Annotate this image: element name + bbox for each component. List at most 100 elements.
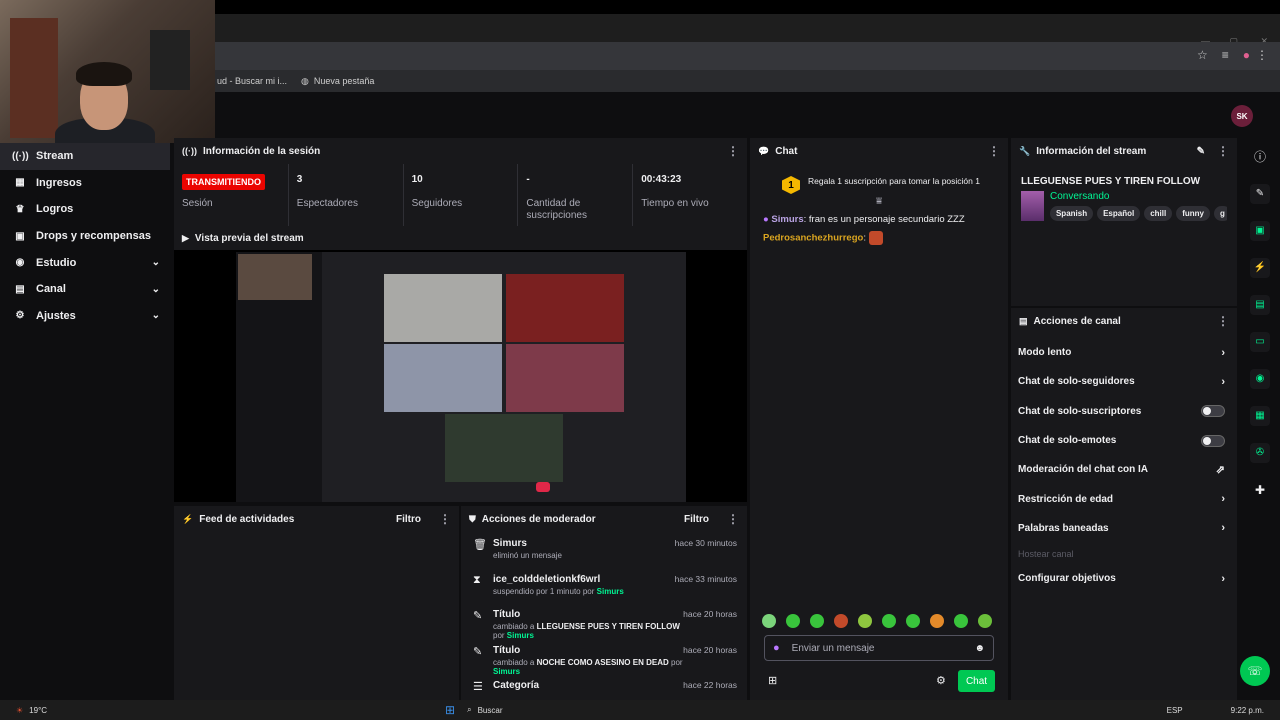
channel-action-modo-lento[interactable]: Modo lento › bbox=[1011, 338, 1237, 367]
add-action-icon[interactable]: ✚ bbox=[1240, 471, 1280, 508]
channel-action-palabras-baneadas[interactable]: Palabras baneadas › bbox=[1011, 514, 1237, 543]
channel-action-chat-de-solo-suscriptores[interactable]: Chat de solo-suscriptores bbox=[1011, 397, 1237, 426]
chat-settings-icon[interactable]: ⚙ bbox=[936, 674, 946, 687]
channel-action-chat-de-solo-seguidores[interactable]: Chat de solo-seguidores › bbox=[1011, 367, 1237, 396]
edit-icon[interactable]: ✎ bbox=[1240, 175, 1280, 212]
stream-tag[interactable]: g bbox=[1214, 206, 1227, 221]
mic-icon[interactable]: ● bbox=[773, 642, 780, 654]
filter-button[interactable]: Filtro bbox=[684, 514, 709, 525]
more-options-icon[interactable]: ⋮ bbox=[719, 512, 739, 526]
bookmark-item[interactable]: ud - Buscar mi i... bbox=[217, 76, 287, 86]
chat-username[interactable]: Simurs bbox=[771, 214, 803, 225]
activity-feed-panel: ⚡ Feed de actividades Filtro ⋮ bbox=[174, 506, 459, 700]
layout-icon[interactable]: ▦ bbox=[1240, 397, 1280, 434]
moderator-name[interactable]: Simurs bbox=[493, 667, 520, 676]
sidebar-item-canal[interactable]: ▤ Canal ⌄ bbox=[0, 276, 170, 303]
edit-icon[interactable]: ✎ bbox=[1197, 146, 1205, 157]
channel-action-hostear-canal: Hostear canal bbox=[1011, 543, 1237, 564]
stat-value: TRANSMITIENDO bbox=[182, 174, 280, 190]
panel-title: Información del stream bbox=[1036, 145, 1147, 157]
sidebar-item-logros[interactable]: ♛ Logros bbox=[0, 196, 170, 223]
moderator-name[interactable]: Simurs bbox=[507, 631, 534, 640]
channel-action-configurar-objetivos[interactable]: Configurar objetivos › bbox=[1011, 564, 1237, 593]
channel-action-chat-de-solo-emotes[interactable]: Chat de solo-emotes bbox=[1011, 426, 1237, 455]
sidebar-item-drops[interactable]: ▣ Drops y recompensas bbox=[0, 223, 170, 250]
emote-icon[interactable] bbox=[834, 614, 848, 628]
mod-action-row[interactable]: ⧗ ice_colddeletionkf6wrl suspendido por 1 … bbox=[461, 568, 747, 604]
more-options-icon[interactable]: ⋮ bbox=[1209, 144, 1229, 158]
emote-icon[interactable] bbox=[810, 614, 824, 628]
browser-address-bar[interactable]: ☆ ≡ ● ⋮ bbox=[215, 42, 1280, 70]
taskbar-search-icon[interactable]: ⌕ bbox=[467, 705, 471, 715]
profile-icon[interactable]: ● bbox=[1243, 48, 1250, 62]
avatar[interactable]: SK bbox=[1231, 105, 1253, 127]
emote-icon[interactable] bbox=[906, 614, 920, 628]
gift-icon: ▣ bbox=[15, 230, 25, 242]
mod-action-row[interactable]: ✎ Título cambiado a LLEGUENSE PUES Y TIREN… bbox=[461, 603, 747, 640]
mod-action-row[interactable]: ✎ Título cambiado a NOCHE COMO ASESINO EN … bbox=[461, 639, 747, 676]
session-info-header: ((·)) Información de la sesión ⋮ bbox=[174, 138, 747, 164]
browser-menu-icon[interactable]: ⋮ bbox=[1256, 48, 1268, 62]
emote-icon[interactable] bbox=[858, 614, 872, 628]
windows-start-icon[interactable]: ⊞ bbox=[445, 703, 455, 717]
channel-action-restricci-n-de-edad[interactable]: Restricción de edad › bbox=[1011, 484, 1237, 513]
stream-tag[interactable]: chill bbox=[1144, 206, 1173, 221]
chat-input[interactable]: ● Enviar un mensaje ☻ bbox=[764, 635, 994, 661]
emote-icon[interactable] bbox=[978, 614, 992, 628]
more-options-icon[interactable]: ⋮ bbox=[719, 144, 739, 158]
session-stats: TRANSMITIENDO Sesión 3 Espectadores 10 Seguid… bbox=[174, 164, 747, 226]
more-options-icon[interactable]: ⋮ bbox=[431, 512, 451, 526]
filter-button[interactable]: Filtro bbox=[396, 514, 421, 525]
bookmark-star-icon[interactable]: ☆ bbox=[1197, 48, 1208, 62]
gift-text: Regala 1 suscripción para tomar la posic… bbox=[808, 176, 980, 186]
mod-action-row[interactable]: ☰ Categoría hace 22 horas bbox=[461, 674, 747, 700]
preview-tile bbox=[445, 414, 563, 482]
wrench-icon[interactable]: ✇ bbox=[1240, 434, 1280, 471]
detail-text: eliminó un mensaje bbox=[493, 551, 562, 560]
emoji-icon[interactable]: ☻ bbox=[974, 643, 985, 654]
emote-icon[interactable] bbox=[762, 614, 776, 628]
stream-category[interactable]: Conversando bbox=[1050, 191, 1227, 202]
gift-icon[interactable]: ⊞ bbox=[768, 674, 777, 687]
send-chat-button[interactable]: Chat bbox=[958, 670, 995, 692]
help-chat-icon[interactable]: ☏ bbox=[1240, 656, 1270, 686]
stream-tag[interactable]: funny bbox=[1176, 206, 1211, 221]
list-icon[interactable]: ▤ bbox=[1240, 286, 1280, 323]
sidebar-item-ajustes[interactable]: ⚙ Ajustes ⌄ bbox=[0, 303, 170, 330]
stream-tag[interactable]: Spanish bbox=[1049, 206, 1094, 221]
channel-action-label: Restricción de edad bbox=[1018, 493, 1114, 505]
broadcast-icon[interactable]: ◉ bbox=[1240, 360, 1280, 397]
info-icon[interactable]: ⓘ bbox=[1240, 138, 1280, 175]
more-options-icon[interactable]: ⋮ bbox=[1209, 314, 1229, 328]
moderator-name[interactable]: Simurs bbox=[597, 587, 624, 596]
collapse-icon[interactable]: ⩸ bbox=[750, 196, 1008, 207]
emote-icon[interactable] bbox=[786, 614, 800, 628]
stream-preview[interactable] bbox=[174, 250, 747, 502]
mod-action-body: Simurs eliminó un mensaje bbox=[493, 538, 675, 568]
category-icon: ☰ bbox=[473, 681, 483, 693]
taskbar-search[interactable]: Buscar bbox=[478, 706, 503, 715]
lightning-icon[interactable]: ⚡ bbox=[1240, 249, 1280, 286]
media-icon[interactable]: ≡ bbox=[1222, 48, 1229, 62]
stream-tag[interactable]: Español bbox=[1097, 206, 1141, 221]
channel-action-moderaci-n-del-chat-con-ia[interactable]: Moderación del chat con IA ⇗ bbox=[1011, 455, 1237, 484]
mod-action-row[interactable]: 🗑 Simurs eliminó un mensaje hace 30 minuto… bbox=[461, 532, 747, 568]
emote-icon[interactable] bbox=[930, 614, 944, 628]
toggle-switch[interactable] bbox=[1201, 434, 1225, 447]
sidebar-item-estudio[interactable]: ◉ Estudio ⌄ bbox=[0, 249, 170, 276]
clip-icon[interactable]: ▣ bbox=[1240, 212, 1280, 249]
mod-action-time: hace 20 horas bbox=[683, 609, 737, 619]
sidebar-item-ingresos[interactable]: ▦ Ingresos bbox=[0, 170, 170, 197]
gift-leaderboard[interactable]: 1 Regala 1 suscripción para tomar la pos… bbox=[750, 164, 1008, 194]
toggle-switch[interactable] bbox=[1201, 405, 1225, 418]
live-badge: TRANSMITIENDO bbox=[182, 174, 265, 190]
bookmark-item[interactable]: ◍ Nueva pestaña bbox=[301, 76, 374, 87]
emote-icon[interactable] bbox=[882, 614, 896, 628]
sidebar-item-stream[interactable]: ((·)) Stream bbox=[0, 143, 170, 170]
chat-username[interactable]: Pedrosanchezhurrego bbox=[763, 233, 863, 244]
sidebar-item-label: Logros bbox=[36, 203, 74, 216]
emote-icon[interactable] bbox=[954, 614, 968, 628]
chat-bubble-icon[interactable]: ▭ bbox=[1240, 323, 1280, 360]
more-options-icon[interactable]: ⋮ bbox=[980, 144, 1000, 158]
channel-icon: ▤ bbox=[15, 283, 25, 295]
